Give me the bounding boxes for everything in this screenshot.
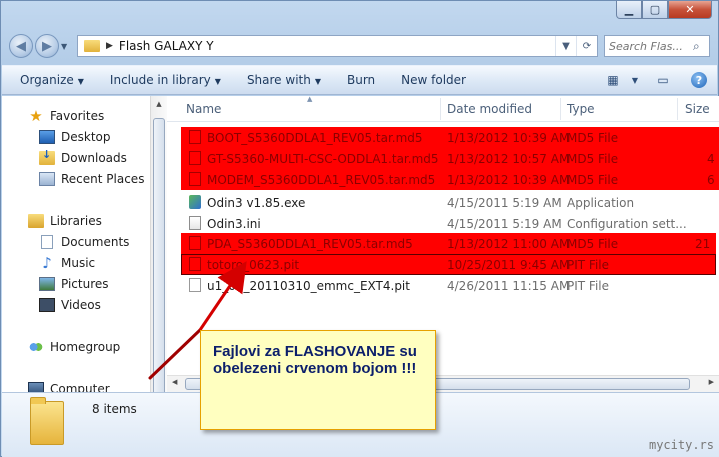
- pictures-icon: [39, 277, 55, 291]
- view-options-icon[interactable]: ▦: [603, 71, 623, 89]
- file-row[interactable]: Odin3.ini 4/15/2011 5:19 AM Configuratio…: [167, 213, 707, 234]
- sidebar-item-homegroup[interactable]: Homegroup: [28, 337, 120, 357]
- chevron-down-icon: ▼: [314, 77, 321, 86]
- back-arrow-icon: ◀: [16, 38, 26, 54]
- column-header-row: ▲ Name Date modified Type Size: [167, 96, 719, 122]
- file-row[interactable]: MODEM_S5360DDLA1_REV05.tar.md5 1/13/2012…: [181, 169, 719, 190]
- sidebar-item-documents[interactable]: Documents: [39, 232, 129, 252]
- navigation-scrollbar[interactable]: ▲: [150, 96, 167, 398]
- address-bar[interactable]: ▶ Flash GALAXY Y ▼ ⟳: [77, 35, 598, 57]
- watermark: mycity.rs: [648, 438, 714, 452]
- close-button[interactable]: ✕: [668, 1, 712, 19]
- file-row[interactable]: PDA_S5360DDLA1_REV05.tar.md5 1/13/2012 1…: [181, 233, 716, 254]
- sidebar-item-music[interactable]: ♪ Music: [39, 253, 95, 273]
- view-controls: ▦ ▼ ▭ ?: [595, 71, 707, 89]
- burn-button[interactable]: Burn: [347, 73, 375, 87]
- downloads-icon: [39, 148, 55, 165]
- scroll-left-icon[interactable]: ◀: [172, 378, 177, 386]
- minimize-button[interactable]: ▁: [616, 1, 642, 19]
- sidebar-item-downloads[interactable]: Downloads: [39, 148, 127, 168]
- file-icon: [189, 130, 201, 144]
- column-type[interactable]: Type: [567, 102, 595, 116]
- homegroup-icon: [28, 340, 44, 354]
- address-dropdown-icon[interactable]: ▼: [555, 36, 576, 56]
- sidebar-item-libraries[interactable]: Libraries: [28, 211, 102, 231]
- share-with-button[interactable]: Share with ▼: [247, 73, 321, 87]
- help-icon[interactable]: ?: [691, 72, 707, 88]
- breadcrumb-current[interactable]: Flash GALAXY Y: [119, 39, 214, 53]
- settings-file-icon: [189, 216, 201, 230]
- scroll-up-icon[interactable]: ▲: [151, 100, 167, 108]
- address-row: ◀ ▶ ▼ ▶ Flash GALAXY Y ▼ ⟳ ⌕: [9, 33, 710, 59]
- star-icon: ★: [29, 107, 43, 125]
- sidebar-item-favorites[interactable]: ★ Favorites: [28, 106, 104, 126]
- file-icon: [189, 236, 201, 250]
- recent-places-icon: [39, 172, 55, 186]
- forward-button[interactable]: ▶: [35, 34, 59, 58]
- sidebar-item-computer[interactable]: Computer: [28, 379, 110, 392]
- navigation-scroll-thumb[interactable]: [153, 118, 165, 398]
- column-date-modified[interactable]: Date modified: [447, 102, 532, 116]
- breadcrumb-separator-icon[interactable]: ▶: [106, 41, 113, 51]
- file-icon: [189, 151, 201, 165]
- search-icon[interactable]: ⌕: [693, 39, 700, 54]
- music-icon: ♪: [42, 254, 52, 272]
- file-icon: [189, 278, 201, 292]
- back-button[interactable]: ◀: [9, 34, 33, 58]
- sidebar-item-pictures[interactable]: Pictures: [39, 274, 109, 294]
- folder-icon: [84, 40, 100, 52]
- maximize-icon: ▢: [649, 3, 661, 16]
- annotation-note: Fajlovi za FLASHOVANJE su obelezeni crve…: [200, 330, 436, 430]
- column-size[interactable]: Size: [685, 102, 710, 116]
- computer-icon: [28, 382, 44, 392]
- desktop-icon: [39, 130, 55, 144]
- caption-buttons: ▁ ▢ ✕: [616, 1, 712, 19]
- command-bar: Organize ▼ Include in library ▼ Share with…: [2, 65, 717, 95]
- refresh-icon[interactable]: ⟳: [576, 36, 597, 56]
- sidebar-item-recent-places[interactable]: Recent Places: [39, 169, 144, 189]
- file-row[interactable]: Odin3 v1.85.exe 4/15/2011 5:19 AM Applic…: [167, 192, 707, 213]
- sidebar-item-desktop[interactable]: Desktop: [39, 127, 111, 147]
- minimize-icon: ▁: [624, 3, 634, 16]
- navigation-pane: ★Favorites Desktop Downloads Recent Plac…: [2, 96, 150, 392]
- file-row[interactable]: BOOT_S5360DDLA1_REV05.tar.md5 1/13/2012 …: [181, 127, 719, 148]
- file-icon: [189, 172, 201, 186]
- file-row[interactable]: totoro_0623.pit 10/25/2011 9:45 AM PIT F…: [181, 254, 716, 275]
- documents-icon: [41, 235, 53, 249]
- maximize-button[interactable]: ▢: [642, 1, 668, 19]
- new-folder-button[interactable]: New folder: [401, 73, 466, 87]
- folder-icon: [30, 397, 64, 445]
- file-row[interactable]: GT-S5360-MULTI-CSC-ODDLA1.tar.md5 1/13/2…: [181, 148, 719, 169]
- history-dropdown-icon[interactable]: ▼: [61, 42, 73, 51]
- forward-arrow-icon: ▶: [42, 38, 52, 54]
- search-box[interactable]: ⌕: [604, 35, 710, 57]
- libraries-icon: [28, 214, 44, 228]
- chevron-down-icon: ▼: [214, 77, 221, 86]
- search-input[interactable]: [609, 39, 693, 53]
- sidebar-item-videos[interactable]: Videos: [39, 295, 101, 315]
- chevron-down-icon: ▼: [77, 77, 84, 86]
- item-count: 8 items: [92, 402, 137, 416]
- videos-icon: [39, 298, 55, 312]
- preview-pane-icon[interactable]: ▭: [653, 71, 673, 89]
- file-row[interactable]: u1_02_20110310_emmc_EXT4.pit 4/26/2011 1…: [167, 275, 707, 296]
- view-dropdown-icon[interactable]: ▼: [625, 71, 645, 89]
- organize-button[interactable]: Organize ▼: [20, 73, 84, 87]
- column-name[interactable]: Name: [186, 102, 221, 116]
- scroll-right-icon[interactable]: ▶: [709, 378, 714, 386]
- close-icon: ✕: [685, 3, 695, 16]
- application-icon: [189, 195, 201, 209]
- file-icon: [189, 257, 201, 271]
- include-in-library-button[interactable]: Include in library ▼: [110, 73, 221, 87]
- sort-ascending-icon: ▲: [307, 96, 313, 103]
